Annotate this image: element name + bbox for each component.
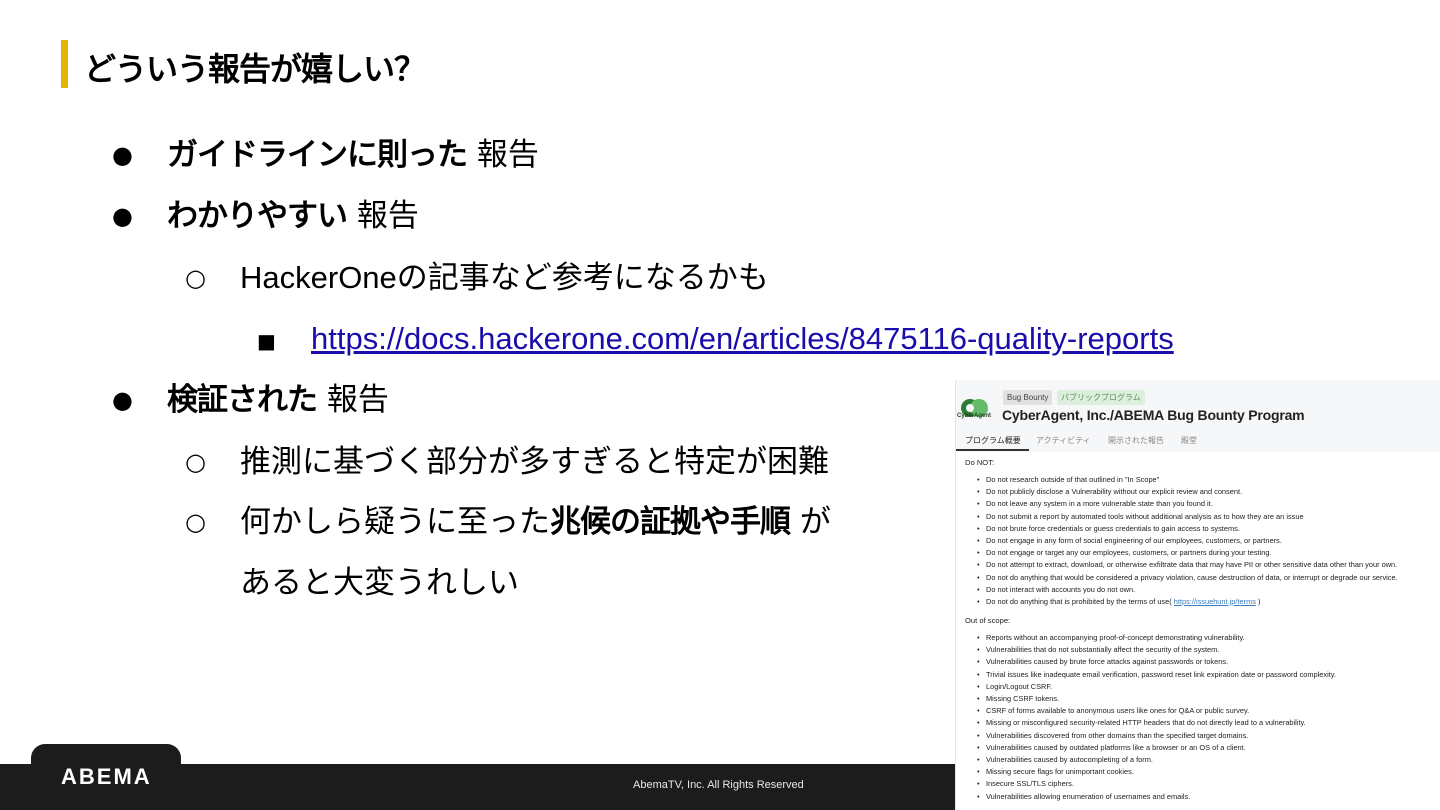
program-rules: Do NOT: Do not research outside of that … — [965, 458, 1440, 810]
bug-bounty-badge: Bug Bounty — [1003, 390, 1053, 405]
list-item: Do not brute force credentials or guess … — [977, 523, 1440, 535]
list-item: Do not research outside of that outlined… — [977, 474, 1440, 486]
list-item: Vulnerabilities that do not substantiall… — [977, 644, 1440, 656]
terms-link[interactable]: https://issuehunt.jp/terms — [1174, 597, 1256, 606]
list-item: Login/Logout CSRF. — [977, 681, 1440, 693]
list-item: Missing CSRF tokens. — [977, 693, 1440, 705]
out-of-scope-list: Reports without an accompanying proof-of… — [977, 632, 1440, 803]
bullet-guideline: ガイドラインに則った 報告 — [167, 135, 539, 175]
list-item: Insecure SSL/TLS ciphers. — [977, 778, 1440, 790]
do-not-title: Do NOT: — [965, 458, 995, 467]
list-item: Reports without an accompanying proof-of… — [977, 632, 1440, 644]
list-item: Do not engage in any form of social engi… — [977, 535, 1440, 547]
list-item: Do not publicly disclose a Vulnerability… — [977, 486, 1440, 498]
do-not-list: Do not research outside of that outlined… — [977, 474, 1440, 608]
sub-sub-bullet-marker: ■ — [257, 329, 276, 353]
bullet-bold-text: わかりやすい — [167, 198, 348, 234]
list-item: Do not submit a report by automated tool… — [977, 511, 1440, 523]
list-item: Do not leave any system in a more vulner… — [977, 498, 1440, 510]
list-item: Vulnerabilities caused by autocompleting… — [977, 754, 1440, 766]
list-item: Vulnerabilities caused by outdated platf… — [977, 742, 1440, 754]
list-item: Vulnerabilities allowing enumeration of … — [977, 791, 1440, 803]
list-item: Trivial issues like inadequate email ver… — [977, 669, 1440, 681]
hackerone-quality-reports-link[interactable]: https://docs.hackerone.com/en/articles/8… — [311, 321, 1174, 356]
bullet-understandable: わかりやすい 報告 — [167, 196, 419, 236]
abema-logo: ABEMA — [61, 764, 152, 789]
sub-bullet-bold-text: 兆候の証拠や手順 — [550, 504, 791, 540]
cyberagent-logo-text: CyberAgent — [957, 413, 992, 419]
hackerone-link-line: https://docs.hackerone.com/en/articles/8… — [311, 319, 1174, 359]
list-item-text: Do not do anything that is prohibited by… — [986, 596, 1172, 606]
sub-bullet-text: HackerOne — [240, 260, 397, 295]
sub-bullet-marker: ○ — [185, 264, 206, 292]
list-item: Do not attempt to extract, download, or … — [977, 559, 1440, 571]
bullet-bold-text: ガイドラインに則った — [167, 137, 468, 173]
sub-bullet-text: 何かしら疑うに至った — [240, 504, 550, 540]
slide-title: どういう報告が嬉しい？ — [84, 50, 426, 88]
sub-bullet-evidence: 何かしら疑うに至った兆候の証拠や手順 が — [240, 502, 831, 542]
tab-disclosed-reports[interactable]: 開示された報告 — [1108, 435, 1164, 449]
sub-bullet-text: の記事など参考になるかも — [396, 260, 769, 296]
title-accent-bar — [61, 40, 68, 88]
sub-bullet-hackerone: HackerOneの記事など参考になるかも — [240, 258, 769, 298]
bullet-marker: ● — [112, 202, 133, 230]
bullet-text: 報告 — [317, 382, 389, 418]
list-item: Vulnerabilities caused by brute force at… — [977, 656, 1440, 668]
sub-bullet-evidence-cont: あると大変うれしい — [240, 565, 519, 601]
bug-bounty-program-screenshot: CyberAgent Bug Bounty パブリックプログラム CyberAg… — [955, 380, 1440, 810]
public-program-badge: パブリックプログラム — [1057, 390, 1145, 405]
tab-activity[interactable]: アクティビティ — [1036, 435, 1091, 449]
list-item: Missing secure flags for unimportant coo… — [977, 766, 1440, 778]
list-item: Vulnerabilities discovered from other do… — [977, 730, 1440, 742]
sub-bullet-text: が — [790, 504, 831, 540]
copyright-text: AbemaTV, Inc. All Rights Reserved — [633, 779, 804, 791]
list-item: Do not do anything that would be conside… — [977, 572, 1440, 584]
sub-bullet-marker: ○ — [185, 448, 206, 476]
program-title: CyberAgent, Inc./ABEMA Bug Bounty Progra… — [1002, 407, 1305, 423]
tab-hall-of-fame[interactable]: 殿堂 — [1181, 435, 1197, 449]
bullet-text: 報告 — [467, 137, 539, 173]
list-item-text: ) — [1255, 596, 1261, 606]
bullet-marker: ● — [112, 386, 133, 414]
bullet-verified: 検証された 報告 — [167, 380, 389, 420]
tab-program-overview[interactable]: プログラム概要 — [956, 435, 1029, 451]
list-item: Missing or misconfigured security-relate… — [977, 717, 1440, 729]
list-item: CSRF of forms available to anonymous use… — [977, 705, 1440, 717]
out-of-scope-title: Out of scope: — [965, 616, 1011, 626]
program-header: CyberAgent Bug Bounty パブリックプログラム CyberAg… — [956, 380, 1440, 452]
bullet-bold-text: 検証された — [167, 382, 318, 418]
list-item: Do not engage or target any our employee… — [977, 547, 1440, 559]
sub-bullet-marker: ○ — [185, 508, 206, 536]
bullet-marker: ● — [112, 141, 133, 169]
bullet-text: 報告 — [347, 198, 419, 234]
list-item: Do not interact with accounts you do not… — [977, 584, 1440, 596]
sub-bullet-speculation: 推測に基づく部分が多すぎると特定が困難 — [240, 444, 829, 480]
list-item: Do not do anything that is prohibited by… — [977, 596, 1440, 608]
